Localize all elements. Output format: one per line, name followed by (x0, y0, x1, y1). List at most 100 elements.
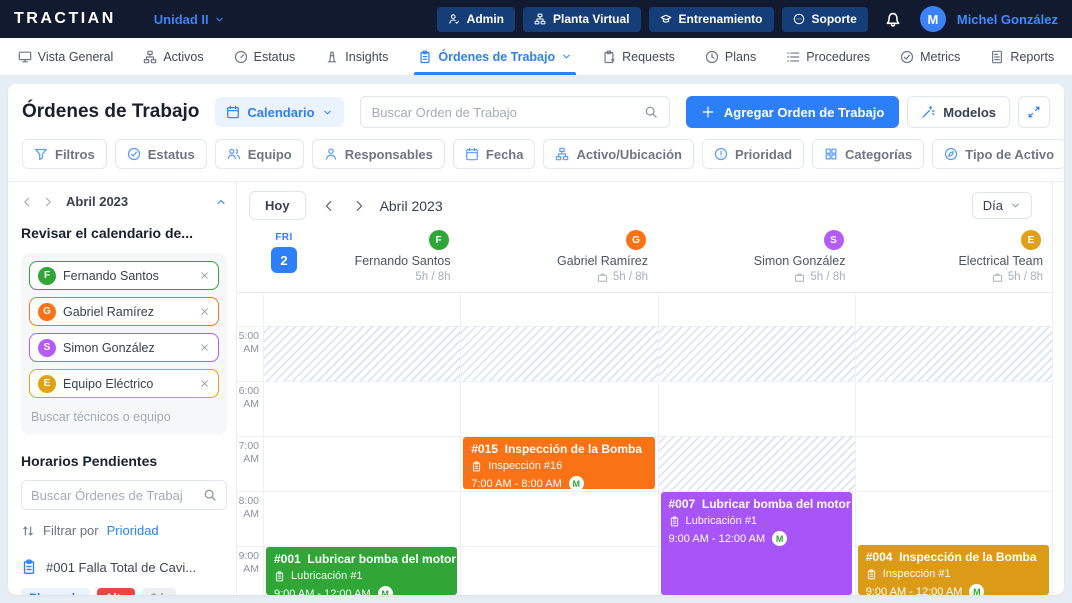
assignee-avatar: M (969, 584, 984, 595)
tab-reports[interactable]: Reports (990, 38, 1054, 75)
filter-chip-equipo[interactable]: Equipo (215, 139, 304, 169)
prev-month-button[interactable] (21, 196, 33, 208)
filter-chip-prioridad[interactable]: Prioridad (702, 139, 804, 169)
workorder-search-input[interactable] (372, 105, 636, 120)
filter-chip-tipo-de-activo[interactable]: Tipo de Activo (932, 139, 1064, 169)
add-work-order-button[interactable]: Agregar Orden de Trabajo (686, 96, 899, 128)
prev-day-button[interactable] (322, 199, 336, 213)
filter-chip-estatus[interactable]: Estatus (115, 139, 207, 169)
page-title: Órdenes de Trabajo (22, 101, 199, 123)
module-nav: Vista General Activos Estatus Insights Ó… (0, 38, 1072, 76)
column-header-electrical-team[interactable]: E Electrical Team 5h / 8h (856, 228, 1054, 292)
day-weekday: FRI (275, 232, 293, 243)
remove-person-button[interactable] (199, 378, 210, 389)
avatar: F (38, 267, 56, 285)
filter-chip-filtros[interactable]: Filtros (22, 139, 107, 169)
models-button[interactable]: Modelos (907, 96, 1010, 128)
tab-estatus[interactable]: Estatus (234, 38, 296, 75)
admin-button[interactable]: Admin (437, 7, 515, 32)
people-search-input[interactable] (29, 405, 219, 426)
column-gabriel[interactable]: #015 Inspección de la Bomba Inspección #… (460, 293, 657, 595)
event-004[interactable]: #004 Inspección de la Bomba Inspección #… (858, 545, 1049, 595)
workorder-badges: Planeada Alta 3 h (21, 588, 227, 595)
unit-selector[interactable]: Unidad II (154, 12, 225, 27)
next-month-button[interactable] (42, 196, 54, 208)
close-icon (199, 306, 210, 317)
column-simon[interactable]: #007 Lubricar bomba del motor Lubricació… (658, 293, 855, 595)
avatar: E (38, 375, 56, 393)
admin-person-icon (448, 13, 460, 25)
workload-hours: 5h / 8h (415, 271, 450, 283)
user-name[interactable]: Michel González (957, 12, 1058, 27)
sort-filter-row: Filtrar por Prioridad (21, 523, 227, 538)
planta-virtual-button[interactable]: Planta Virtual (523, 7, 640, 32)
column-electrical-team[interactable]: #004 Inspección de la Bomba Inspección #… (855, 293, 1053, 595)
asset-tree-icon (555, 147, 569, 161)
soporte-button[interactable]: Soporte (782, 7, 868, 32)
fullscreen-button[interactable] (1018, 96, 1050, 128)
search-icon (203, 488, 217, 502)
chat-icon (793, 13, 805, 25)
close-icon (199, 378, 210, 389)
tab-requests[interactable]: Requests (602, 38, 675, 75)
person-chip-fernando[interactable]: F Fernando Santos (29, 261, 219, 290)
column-fernando[interactable]: #001 Lubricar bomba del motor Lubricació… (263, 293, 460, 595)
work-orders-page: Órdenes de Trabajo Calendario Agregar Or… (8, 84, 1064, 595)
filter-chip-fecha[interactable]: Fecha (453, 139, 536, 169)
entrenamiento-button[interactable]: Entrenamiento (649, 7, 774, 32)
lighthouse-icon (325, 50, 339, 64)
people-icon (227, 147, 241, 161)
next-day-button[interactable] (352, 199, 366, 213)
plus-icon (701, 105, 715, 119)
unavailable-hatch (264, 326, 460, 381)
chevron-down-icon (561, 51, 572, 62)
tab-metrics[interactable]: Metrics (900, 38, 960, 75)
clipboard-icon (471, 461, 482, 472)
event-007[interactable]: #007 Lubricar bomba del motor Lubricació… (661, 492, 852, 595)
filter-chip-activo-ubicacion[interactable]: Activo/Ubicación (543, 139, 693, 169)
filter-chip-categorias[interactable]: Categorías (812, 139, 924, 169)
briefcase-icon (597, 272, 608, 283)
selected-day[interactable]: FRI 2 (271, 232, 297, 273)
column-header-simon[interactable]: S Simon González 5h / 8h (658, 228, 856, 292)
tab-ordenes-de-trabajo[interactable]: Órdenes de Trabajo (418, 38, 572, 75)
tab-vista-general[interactable]: Vista General (18, 38, 114, 75)
chevron-down-icon (322, 107, 333, 118)
calendar-area: Hoy Abril 2023 Día FRI 2 F Fernando Sant… (237, 182, 1064, 595)
event-015[interactable]: #015 Inspección de la Bomba Inspección #… (463, 437, 654, 489)
tab-procedures[interactable]: Procedures (786, 38, 870, 75)
filter-by-priority-link[interactable]: Prioridad (107, 523, 159, 538)
tab-activos[interactable]: Activos (143, 38, 203, 75)
tab-plans[interactable]: Plans (705, 38, 756, 75)
sort-arrows-icon (21, 524, 35, 538)
column-header-gabriel[interactable]: G Gabriel Ramírez 5h / 8h (461, 228, 659, 292)
filter-chip-responsables[interactable]: Responsables (312, 139, 445, 169)
clipboard-icon (866, 569, 877, 580)
compass-icon (944, 147, 958, 161)
calendar-columns-header: FRI 2 F Fernando Santos 5h / 8h G Gabrie… (237, 228, 1064, 292)
view-mode-select[interactable]: Día (972, 192, 1032, 219)
tractian-logo: TRACTIAN (14, 10, 116, 28)
remove-person-button[interactable] (199, 306, 210, 317)
calendar-icon (226, 105, 240, 119)
tab-insights[interactable]: Insights (325, 38, 388, 75)
view-selector-calendario[interactable]: Calendario (215, 97, 343, 127)
pending-search-input[interactable] (31, 488, 197, 503)
today-button[interactable]: Hoy (249, 191, 306, 220)
grid-icon (824, 147, 838, 161)
avatar: F (429, 230, 449, 250)
workload-hours: 5h / 8h (597, 271, 648, 283)
person-chip-gabriel[interactable]: G Gabriel Ramírez (29, 297, 219, 326)
page-header: Órdenes de Trabajo Calendario Agregar Or… (8, 84, 1064, 137)
remove-person-button[interactable] (199, 270, 210, 281)
collapse-month-button[interactable] (215, 196, 227, 208)
team-chip-equipo-electrico[interactable]: E Equipo Eléctrico (29, 369, 219, 398)
funnel-icon (34, 147, 48, 161)
person-chip-simon[interactable]: S Simon González (29, 333, 219, 362)
event-001[interactable]: #001 Lubricar bomba del motor Lubricació… (266, 547, 457, 595)
user-avatar[interactable]: M (920, 6, 946, 32)
notifications-button[interactable] (884, 10, 902, 28)
graduation-cap-icon (660, 13, 672, 25)
remove-person-button[interactable] (199, 342, 210, 353)
workorder-list-item[interactable]: #001 Falla Total de Cavi... (21, 559, 227, 575)
